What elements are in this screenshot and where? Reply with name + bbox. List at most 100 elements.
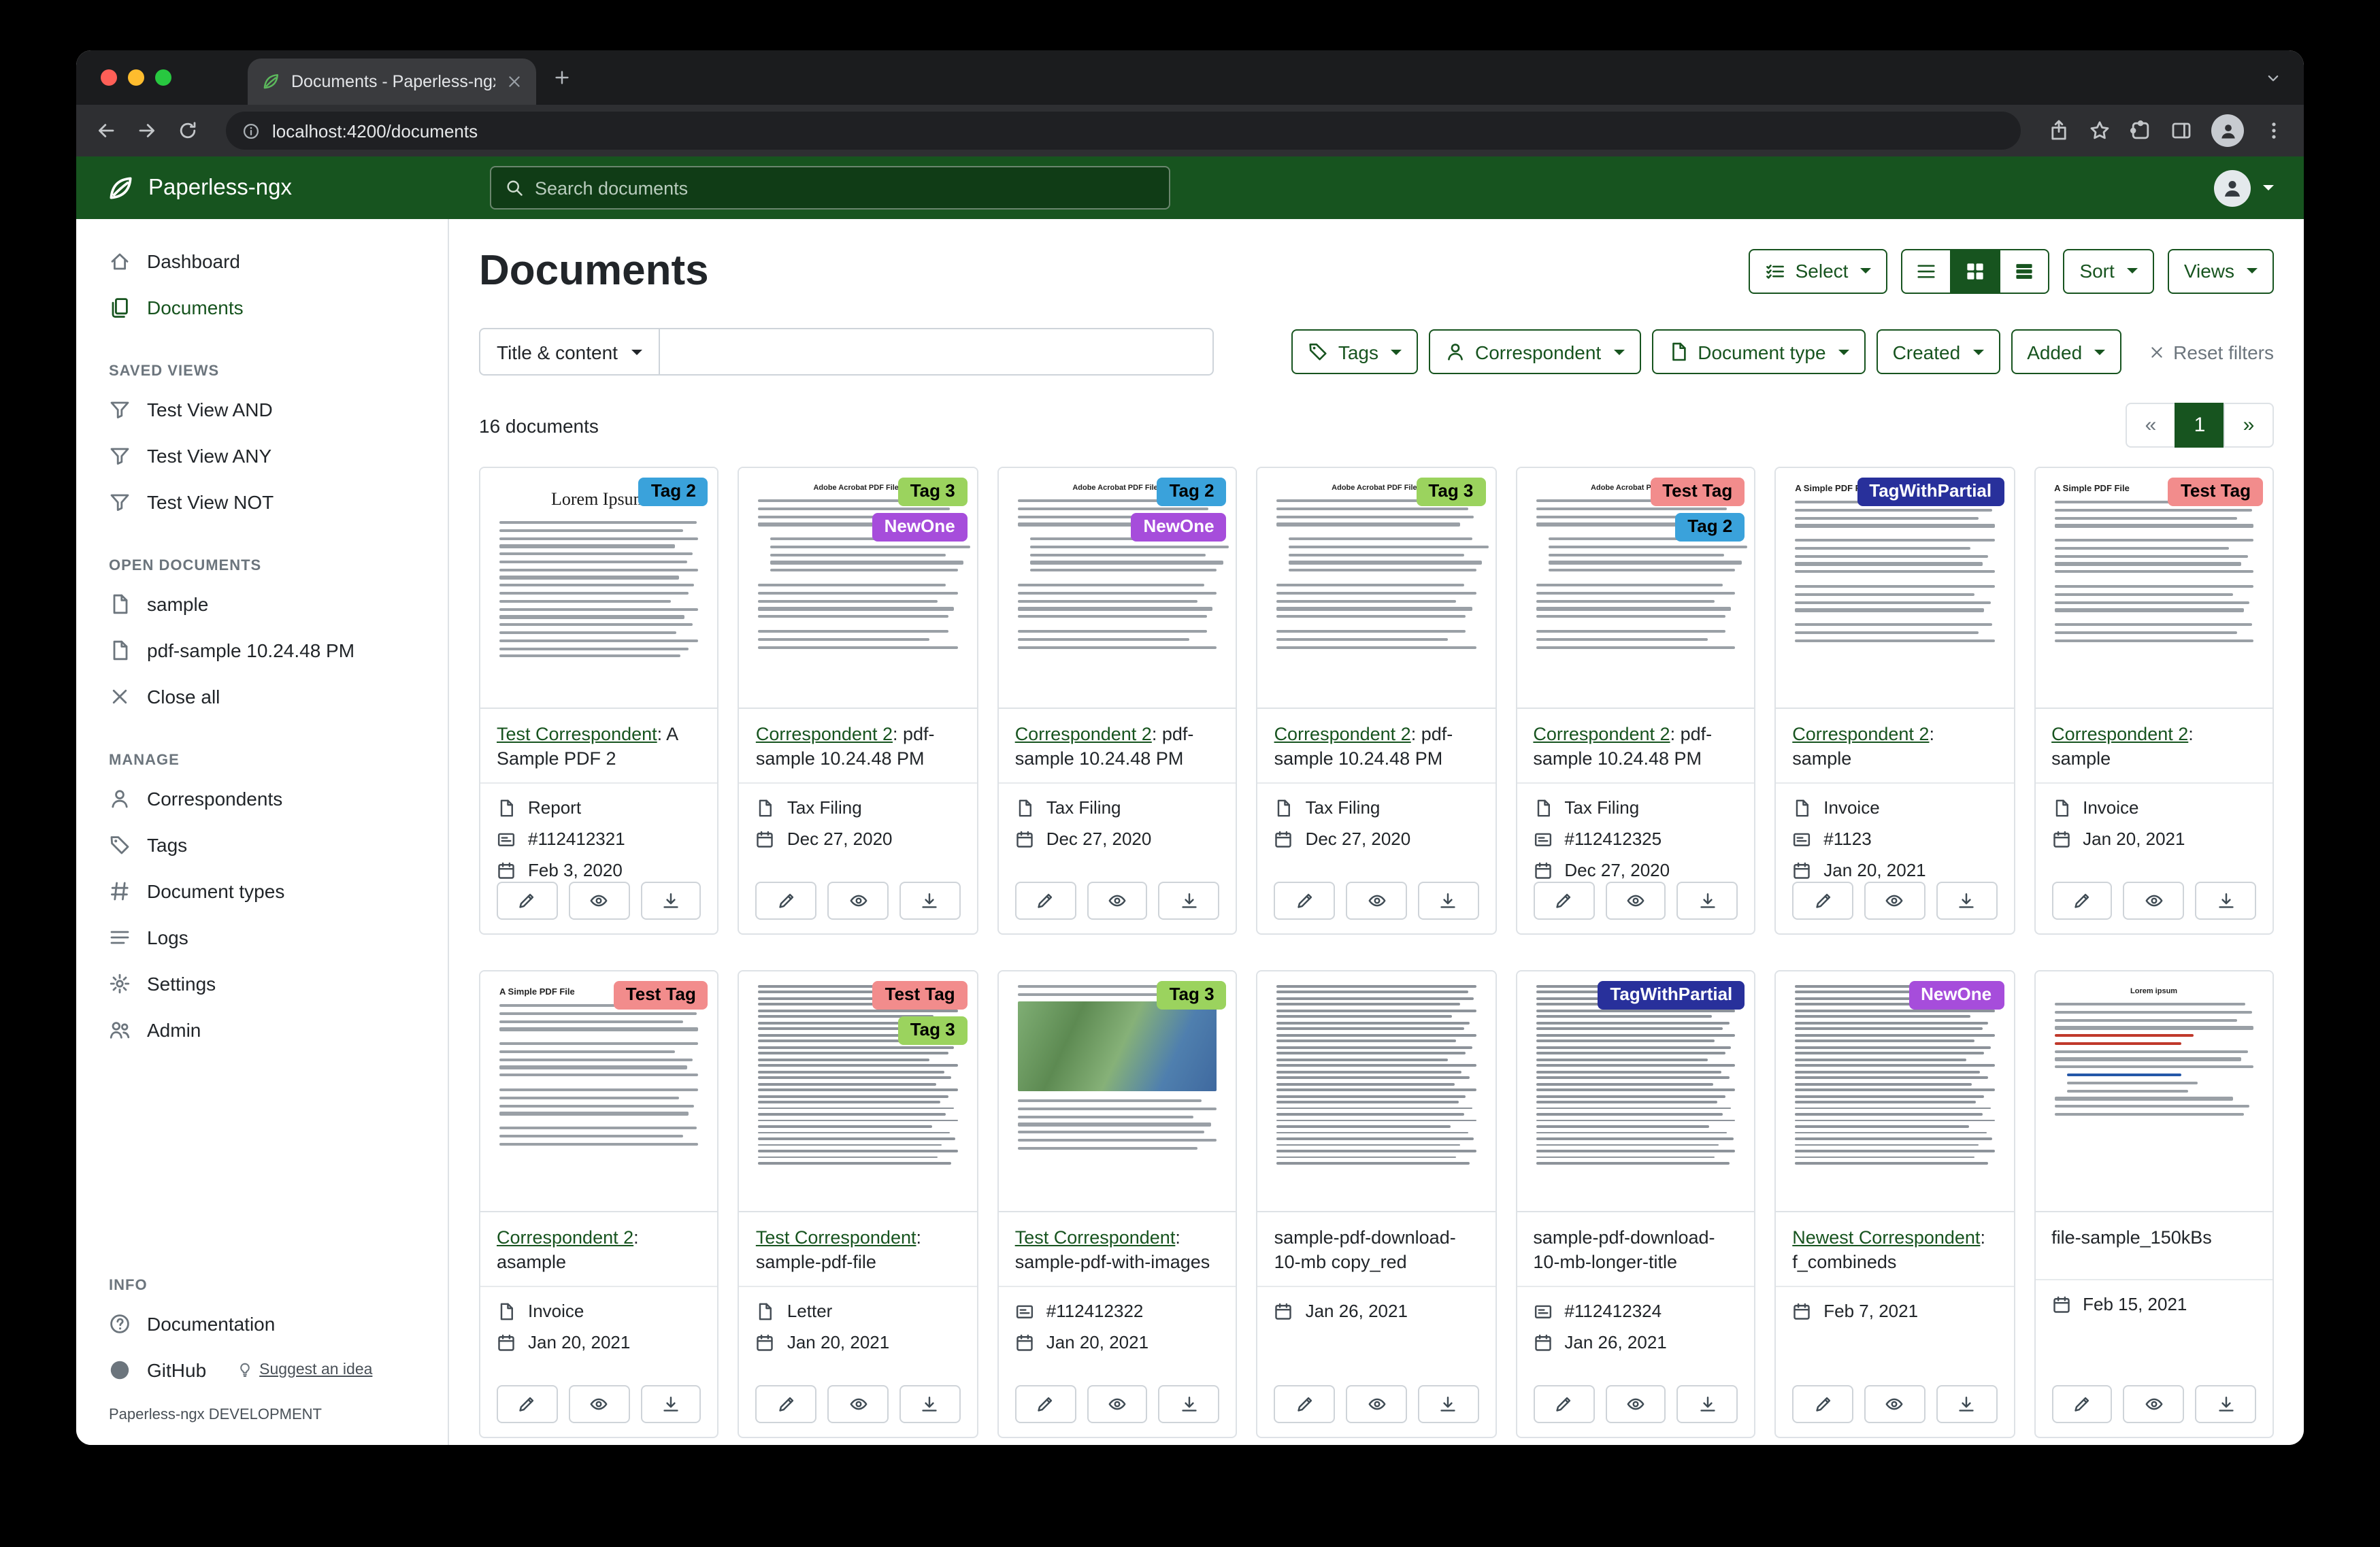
download-button[interactable] bbox=[1159, 1385, 1220, 1423]
correspondent-link[interactable]: Correspondent 2 bbox=[1533, 724, 1670, 744]
filter-tags-button[interactable]: Tags bbox=[1292, 329, 1418, 374]
filter-correspondent-button[interactable]: Correspondent bbox=[1429, 329, 1640, 374]
address-bar[interactable]: localhost:4200/documents bbox=[226, 112, 2021, 150]
tag-badge[interactable]: TagWithPartial bbox=[1598, 981, 1745, 1010]
user-menu[interactable] bbox=[2214, 169, 2274, 206]
download-button[interactable] bbox=[640, 1385, 701, 1423]
view-button[interactable] bbox=[2123, 882, 2185, 920]
sidebar-item-close-all[interactable]: Close all bbox=[76, 673, 448, 720]
document-card[interactable]: Tag 3Test Correspondent: sample-pdf-with… bbox=[997, 970, 1238, 1438]
correspondent-link[interactable]: Test Correspondent bbox=[1015, 1227, 1176, 1248]
app-brand[interactable]: Paperless-ngx bbox=[76, 173, 449, 202]
sidebar-item-github[interactable]: GitHubSuggest an idea bbox=[76, 1347, 448, 1393]
zoom-window-button[interactable] bbox=[155, 69, 171, 86]
download-button[interactable] bbox=[899, 1385, 961, 1423]
document-card[interactable]: NewOneNewest Correspondent: f_combinedsF… bbox=[1774, 970, 2015, 1438]
sidebar-item-test-view-not[interactable]: Test View NOT bbox=[76, 479, 448, 525]
download-button[interactable] bbox=[1677, 882, 1738, 920]
sidebar-item-pdf-sample-10-24-48-pm[interactable]: pdf-sample 10.24.48 PM bbox=[76, 627, 448, 673]
next-page-button[interactable]: » bbox=[2224, 403, 2274, 448]
download-button[interactable] bbox=[1936, 882, 1998, 920]
tag-badge[interactable]: Tag 2 bbox=[639, 478, 708, 506]
global-search-input[interactable] bbox=[535, 178, 1155, 198]
edit-button[interactable] bbox=[756, 882, 817, 920]
edit-button[interactable] bbox=[497, 882, 558, 920]
correspondent-link[interactable]: Correspondent 2 bbox=[1015, 724, 1152, 744]
view-button[interactable] bbox=[1346, 1385, 1407, 1423]
bookmark-button[interactable] bbox=[2089, 120, 2111, 142]
tag-badge[interactable]: Tag 2 bbox=[1157, 478, 1227, 506]
document-card[interactable]: Adobe Acrobat PDF FilesTag 3NewOneCorres… bbox=[738, 467, 978, 935]
sidebar-item-test-view-any[interactable]: Test View ANY bbox=[76, 433, 448, 479]
reset-filters-button[interactable]: Reset filters bbox=[2149, 341, 2274, 363]
edit-button[interactable] bbox=[1533, 1385, 1594, 1423]
reload-button[interactable] bbox=[177, 120, 199, 142]
views-button[interactable]: Views bbox=[2168, 248, 2274, 293]
download-button[interactable] bbox=[899, 882, 961, 920]
browser-menu-button[interactable] bbox=[2263, 120, 2285, 142]
view-button[interactable] bbox=[827, 882, 889, 920]
correspondent-link[interactable]: Test Correspondent bbox=[756, 1227, 916, 1248]
document-thumbnail[interactable]: A Simple PDF FileTest Tag bbox=[2035, 468, 2272, 709]
document-thumbnail[interactable]: Adobe Acrobat PDF FilesTag 2NewOne bbox=[999, 468, 1236, 709]
edit-button[interactable] bbox=[2051, 882, 2113, 920]
minimize-window-button[interactable] bbox=[128, 69, 144, 86]
edit-button[interactable] bbox=[1274, 1385, 1336, 1423]
tag-badge[interactable]: Tag 3 bbox=[1416, 478, 1485, 506]
sidebar-item-admin[interactable]: Admin bbox=[76, 1007, 448, 1053]
sort-button[interactable]: Sort bbox=[2063, 248, 2153, 293]
document-thumbnail[interactable]: A Simple PDF FileTest Tag bbox=[480, 971, 718, 1212]
filter-text-input[interactable] bbox=[660, 328, 1214, 376]
document-card[interactable]: Lorem IpsumTag 2Test Correspondent: A Sa… bbox=[479, 467, 719, 935]
document-thumbnail[interactable]: Tag 3 bbox=[999, 971, 1236, 1212]
sidebar-item-dashboard[interactable]: Dashboard bbox=[76, 238, 448, 284]
correspondent-link[interactable]: Correspondent 2 bbox=[1792, 724, 1929, 744]
edit-button[interactable] bbox=[1015, 1385, 1076, 1423]
side-panel-button[interactable] bbox=[2170, 120, 2192, 142]
download-button[interactable] bbox=[2195, 882, 2256, 920]
view-list-button[interactable] bbox=[1901, 248, 1951, 293]
view-button[interactable] bbox=[1087, 882, 1148, 920]
sidebar-item-logs[interactable]: Logs bbox=[76, 914, 448, 961]
tag-badge[interactable]: NewOne bbox=[872, 513, 968, 542]
document-thumbnail[interactable]: Adobe Acrobat PDF FilesTag 3 bbox=[1258, 468, 1495, 709]
document-card[interactable]: A Simple PDF FileTagWithPartialCorrespon… bbox=[1774, 467, 2015, 935]
site-info-icon[interactable] bbox=[242, 122, 260, 139]
document-card[interactable]: A Simple PDF FileTest Tag Correspondent 2… bbox=[2034, 467, 2274, 935]
download-button[interactable] bbox=[2195, 1385, 2256, 1423]
document-thumbnail[interactable]: Test TagTag 3 bbox=[740, 971, 977, 1212]
extensions-button[interactable] bbox=[2130, 120, 2151, 142]
edit-button[interactable] bbox=[756, 1385, 817, 1423]
new-tab-button[interactable] bbox=[552, 68, 572, 87]
filter-created-button[interactable]: Created bbox=[1877, 329, 2000, 374]
document-card[interactable]: Lorem ipsumfile-sample_150kBsFeb 15, 202… bbox=[2034, 970, 2274, 1438]
view-grid-button[interactable] bbox=[1950, 248, 2000, 293]
filter-mode-button[interactable]: Title & content bbox=[479, 328, 660, 376]
browser-tab[interactable]: Documents - Paperless-ngx bbox=[248, 59, 536, 105]
view-button[interactable] bbox=[1605, 882, 1666, 920]
document-thumbnail[interactable]: NewOne bbox=[1776, 971, 2013, 1212]
view-button[interactable] bbox=[827, 1385, 889, 1423]
page-1-button[interactable]: 1 bbox=[2175, 403, 2225, 448]
tag-badge[interactable]: Tag 3 bbox=[898, 1016, 968, 1045]
share-button[interactable] bbox=[2048, 120, 2070, 142]
correspondent-link[interactable]: Correspondent 2 bbox=[2051, 724, 2188, 744]
correspondent-link[interactable]: Correspondent 2 bbox=[756, 724, 893, 744]
view-button[interactable] bbox=[569, 882, 630, 920]
view-button[interactable] bbox=[1346, 882, 1407, 920]
document-card[interactable]: A Simple PDF FileTest TagCorrespondent 2… bbox=[479, 970, 719, 1438]
forward-button[interactable] bbox=[136, 120, 158, 142]
download-button[interactable] bbox=[640, 882, 701, 920]
filter-document-type-button[interactable]: Document type bbox=[1651, 329, 1865, 374]
tab-close-icon[interactable] bbox=[506, 73, 523, 90]
download-button[interactable] bbox=[1677, 1385, 1738, 1423]
document-thumbnail[interactable]: Adobe Acrobat PDF FilesTest TagTag 2 bbox=[1517, 468, 1754, 709]
correspondent-link[interactable]: Test Correspondent bbox=[497, 724, 657, 744]
document-card[interactable]: Adobe Acrobat PDF FilesTest TagTag 2 Corr… bbox=[1515, 467, 1755, 935]
sidebar-item-documents[interactable]: Documents bbox=[76, 284, 448, 331]
back-button[interactable] bbox=[95, 120, 117, 142]
tab-search-icon[interactable] bbox=[2264, 69, 2282, 86]
download-button[interactable] bbox=[1418, 1385, 1479, 1423]
edit-button[interactable] bbox=[2051, 1385, 2113, 1423]
document-card[interactable]: Test TagTag 3Test Correspondent: sample-… bbox=[738, 970, 978, 1438]
